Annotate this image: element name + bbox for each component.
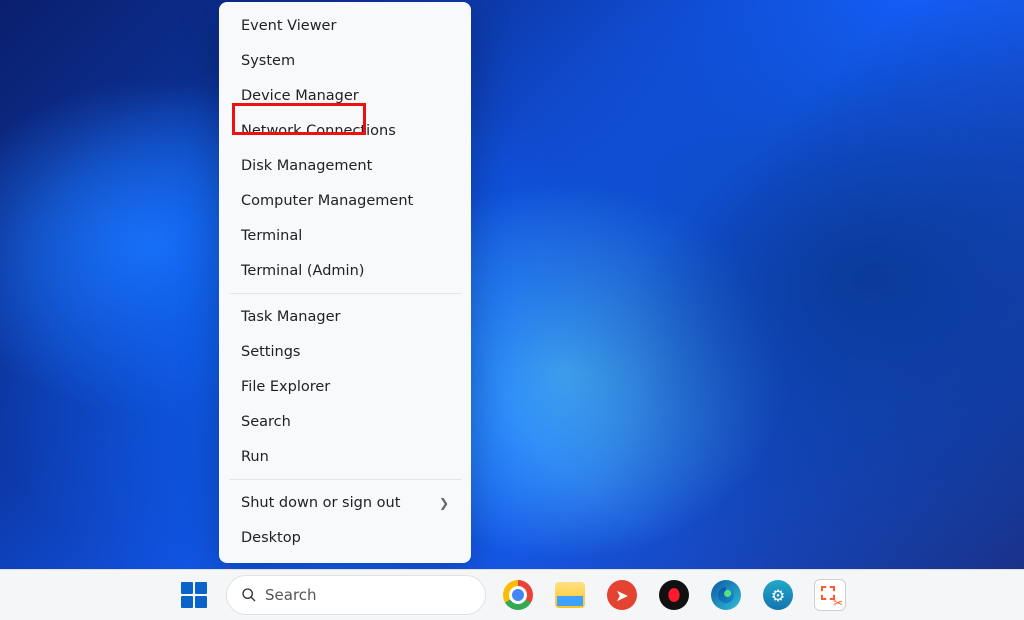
menu-item-run[interactable]: Run bbox=[223, 439, 467, 474]
taskbar-app-todoist[interactable]: ➤ bbox=[602, 575, 642, 615]
snipping-tool-icon bbox=[814, 579, 846, 611]
menu-item-label: Disk Management bbox=[241, 158, 372, 174]
taskbar-app-edge[interactable] bbox=[706, 575, 746, 615]
menu-item-label: Desktop bbox=[241, 530, 301, 546]
edge-icon bbox=[711, 580, 741, 610]
menu-item-label: Device Manager bbox=[241, 88, 359, 104]
menu-item-terminal-admin[interactable]: Terminal (Admin) bbox=[223, 253, 467, 288]
menu-item-shut-down-or-sign-out[interactable]: Shut down or sign out ❯ bbox=[223, 485, 467, 520]
menu-separator bbox=[229, 479, 461, 480]
menu-item-label: File Explorer bbox=[241, 379, 330, 395]
taskbar-app-chrome[interactable] bbox=[498, 575, 538, 615]
taskbar-app-opera[interactable] bbox=[654, 575, 694, 615]
menu-item-label: Network Connections bbox=[241, 123, 396, 139]
chevron-right-icon: ❯ bbox=[439, 496, 449, 510]
menu-item-computer-management[interactable]: Computer Management bbox=[223, 183, 467, 218]
menu-item-label: System bbox=[241, 53, 295, 69]
taskbar-app-file-explorer[interactable] bbox=[550, 575, 590, 615]
start-button[interactable] bbox=[174, 575, 214, 615]
desktop-wallpaper bbox=[0, 0, 1024, 620]
menu-item-disk-management[interactable]: Disk Management bbox=[223, 148, 467, 183]
menu-group: Shut down or sign out ❯ Desktop bbox=[219, 483, 471, 557]
taskbar-app-settings[interactable]: ⚙ bbox=[758, 575, 798, 615]
menu-separator bbox=[229, 293, 461, 294]
menu-item-task-manager[interactable]: Task Manager bbox=[223, 299, 467, 334]
todoist-icon: ➤ bbox=[607, 580, 637, 610]
taskbar: Search ➤ ⚙ bbox=[0, 569, 1024, 620]
menu-item-label: Task Manager bbox=[241, 309, 340, 325]
menu-group: Task Manager Settings File Explorer Sear… bbox=[219, 297, 471, 476]
file-explorer-icon bbox=[555, 582, 585, 608]
winx-context-menu: Event Viewer System Device Manager Netwo… bbox=[219, 2, 471, 563]
menu-item-label: Search bbox=[241, 414, 291, 430]
menu-item-label: Settings bbox=[241, 344, 300, 360]
menu-group: Event Viewer System Device Manager Netwo… bbox=[219, 6, 471, 290]
menu-item-label: Run bbox=[241, 449, 269, 465]
menu-item-network-connections[interactable]: Network Connections bbox=[223, 113, 467, 148]
menu-item-search[interactable]: Search bbox=[223, 404, 467, 439]
taskbar-search[interactable]: Search bbox=[226, 575, 486, 615]
menu-item-system[interactable]: System bbox=[223, 43, 467, 78]
search-icon bbox=[241, 587, 257, 603]
opera-icon bbox=[659, 580, 689, 610]
menu-item-event-viewer[interactable]: Event Viewer bbox=[223, 8, 467, 43]
menu-item-desktop[interactable]: Desktop bbox=[223, 520, 467, 555]
settings-gear-icon: ⚙ bbox=[763, 580, 793, 610]
windows-logo-icon bbox=[181, 582, 207, 608]
menu-item-label: Shut down or sign out bbox=[241, 495, 400, 511]
taskbar-app-snipping-tool[interactable] bbox=[810, 575, 850, 615]
menu-item-label: Computer Management bbox=[241, 193, 413, 209]
menu-item-settings[interactable]: Settings bbox=[223, 334, 467, 369]
menu-item-file-explorer[interactable]: File Explorer bbox=[223, 369, 467, 404]
menu-item-device-manager[interactable]: Device Manager bbox=[223, 78, 467, 113]
menu-item-label: Terminal bbox=[241, 228, 302, 244]
search-placeholder: Search bbox=[265, 586, 317, 604]
chrome-icon bbox=[503, 580, 533, 610]
menu-item-label: Terminal (Admin) bbox=[241, 263, 364, 279]
menu-item-label: Event Viewer bbox=[241, 18, 336, 34]
menu-item-terminal[interactable]: Terminal bbox=[223, 218, 467, 253]
